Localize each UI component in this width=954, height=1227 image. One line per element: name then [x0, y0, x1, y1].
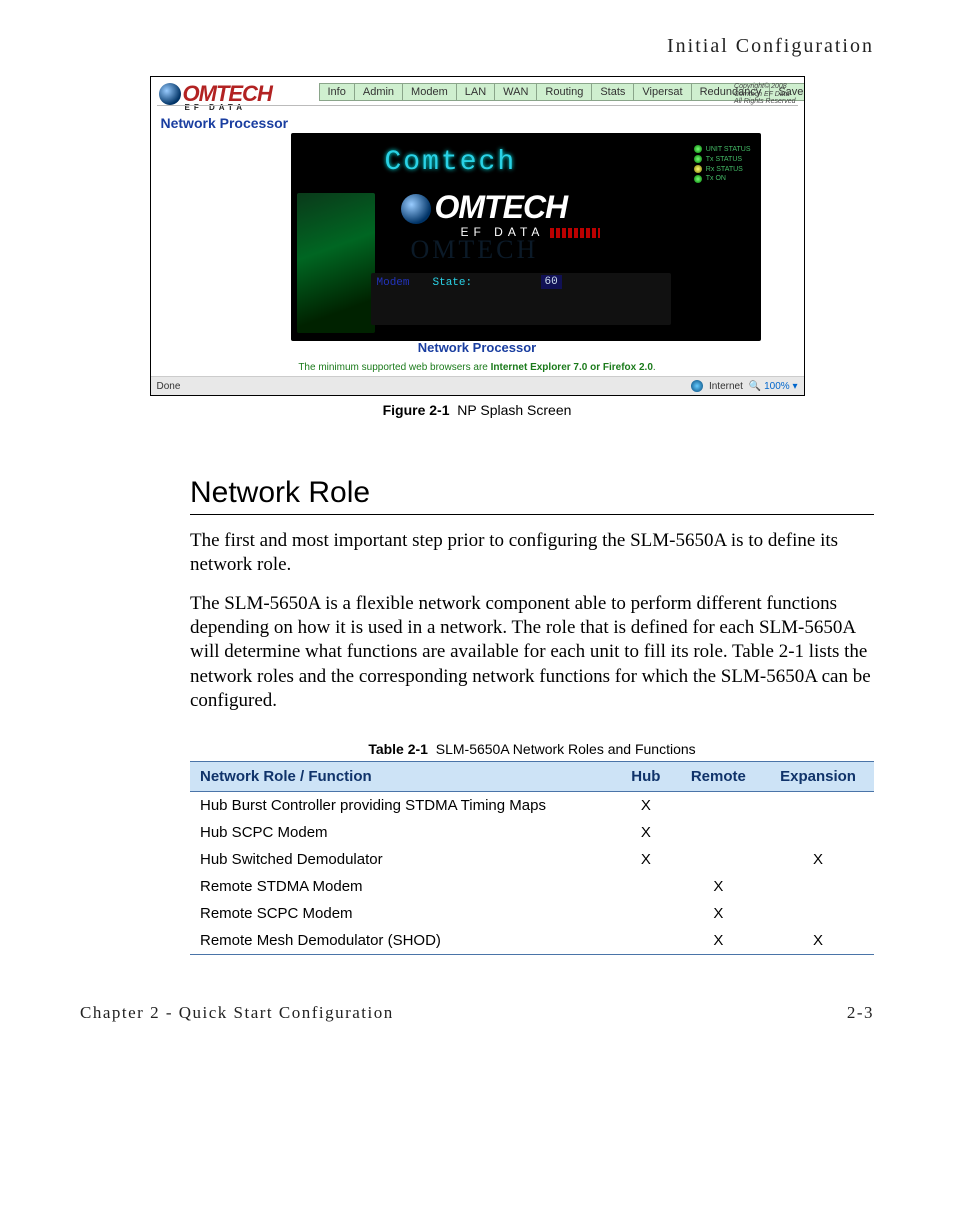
table-header-row: Network Role / Function Hub Remote Expan…: [190, 762, 874, 792]
status-leds: UNIT STATUS Tx STATUS Rx STATUS Tx ON: [694, 145, 751, 184]
table-row: Remote SCPC Modem X: [190, 900, 874, 927]
mini-number: 60: [541, 275, 562, 289]
col-hub: Hub: [617, 762, 674, 792]
mini-panel: Modem State: 60: [371, 273, 671, 325]
tab-modem[interactable]: Modem: [402, 83, 457, 101]
tab-admin[interactable]: Admin: [354, 83, 403, 101]
page-title: Network Processor: [161, 115, 289, 131]
cell-function: Hub SCPC Modem: [190, 819, 617, 846]
cell-expansion: X: [762, 846, 874, 873]
cell-expansion: [762, 792, 874, 820]
cell-remote: X: [675, 927, 763, 955]
status-done: Done: [151, 381, 691, 392]
tab-stats[interactable]: Stats: [591, 83, 634, 101]
internet-icon: [691, 380, 703, 392]
cell-expansion: [762, 900, 874, 927]
np-splash-screenshot: OMTECH EF DATA Info Admin Modem LAN WAN …: [150, 76, 805, 396]
status-zone: Internet: [709, 381, 743, 392]
cell-remote: [675, 846, 763, 873]
mini-state-label: State:: [433, 277, 473, 289]
cell-hub: [617, 927, 674, 955]
cell-remote: [675, 819, 763, 846]
divider: [157, 105, 798, 106]
cell-remote: X: [675, 900, 763, 927]
browser-status-bar: Done Internet 🔍 100% ▾: [151, 376, 804, 395]
table-row: Hub SCPC ModemX: [190, 819, 874, 846]
cell-hub: X: [617, 819, 674, 846]
col-function: Network Role / Function: [190, 762, 617, 792]
mini-modem-label: Modem: [377, 277, 410, 289]
running-head: Initial Configuration: [80, 35, 874, 58]
table-caption: Table 2-1 SLM-5650A Network Roles and Fu…: [190, 741, 874, 757]
col-remote: Remote: [675, 762, 763, 792]
footer-page-number: 2-3: [847, 1003, 874, 1023]
lcd-text: Comtech: [385, 147, 517, 178]
figure-2-1: OMTECH EF DATA Info Admin Modem LAN WAN …: [150, 76, 805, 418]
footer-chapter: Chapter 2 - Quick Start Configuration: [80, 1003, 394, 1023]
tab-vipersat[interactable]: Vipersat: [633, 83, 691, 101]
table-row: Hub Burst Controller providing STDMA Tim…: [190, 792, 874, 820]
ghost-logo: OMTECH: [411, 235, 539, 265]
cell-hub: [617, 873, 674, 900]
tab-routing[interactable]: Routing: [536, 83, 592, 101]
cell-expansion: X: [762, 927, 874, 955]
hero-logo: OMTECH: [401, 189, 568, 226]
browser-note: The minimum supported web browsers are I…: [151, 362, 804, 373]
cell-expansion: [762, 873, 874, 900]
section-heading-network-role: Network Role: [190, 476, 874, 515]
cell-function: Hub Burst Controller providing STDMA Tim…: [190, 792, 617, 820]
globe-icon: [401, 194, 431, 224]
cell-function: Remote Mesh Demodulator (SHOD): [190, 927, 617, 955]
cell-hub: X: [617, 846, 674, 873]
copyright-text: Copyright© 2008 Comtech EF Data All Righ…: [734, 83, 795, 106]
table-row: Remote STDMA Modem X: [190, 873, 874, 900]
paragraph-1: The first and most important step prior …: [190, 529, 874, 578]
cell-hub: X: [617, 792, 674, 820]
cell-remote: [675, 792, 763, 820]
led-icon: [694, 175, 702, 183]
cell-remote: X: [675, 873, 763, 900]
tab-lan[interactable]: LAN: [456, 83, 495, 101]
zoom-level: 🔍 100% ▾: [749, 381, 798, 392]
led-icon: [694, 145, 702, 153]
brand-logo: OMTECH EF DATA: [159, 81, 272, 112]
page-footer: Chapter 2 - Quick Start Configuration 2-…: [80, 1003, 874, 1023]
tab-wan[interactable]: WAN: [494, 83, 537, 101]
figure-caption: Figure 2-1 NP Splash Screen: [150, 402, 805, 418]
bars-icon: [550, 228, 600, 238]
table-row: Hub Switched DemodulatorXX: [190, 846, 874, 873]
cell-expansion: [762, 819, 874, 846]
cell-function: Remote STDMA Modem: [190, 873, 617, 900]
hero-image: Comtech OMTECH EF DATA OMTECH Modem Stat…: [291, 133, 761, 341]
led-icon: [694, 165, 702, 173]
col-expansion: Expansion: [762, 762, 874, 792]
circuit-board-art: [297, 193, 375, 333]
cell-function: Hub Switched Demodulator: [190, 846, 617, 873]
cell-hub: [617, 900, 674, 927]
roles-table: Network Role / Function Hub Remote Expan…: [190, 761, 874, 955]
tab-info[interactable]: Info: [319, 83, 355, 101]
paragraph-2: The SLM-5650A is a flexible network comp…: [190, 592, 874, 714]
table-row: Remote Mesh Demodulator (SHOD) XX: [190, 927, 874, 955]
hero-subtitle: Network Processor: [151, 340, 804, 355]
cell-function: Remote SCPC Modem: [190, 900, 617, 927]
globe-icon: [159, 83, 181, 105]
nav-tabs: Info Admin Modem LAN WAN Routing Stats V…: [319, 83, 805, 101]
led-icon: [694, 155, 702, 163]
